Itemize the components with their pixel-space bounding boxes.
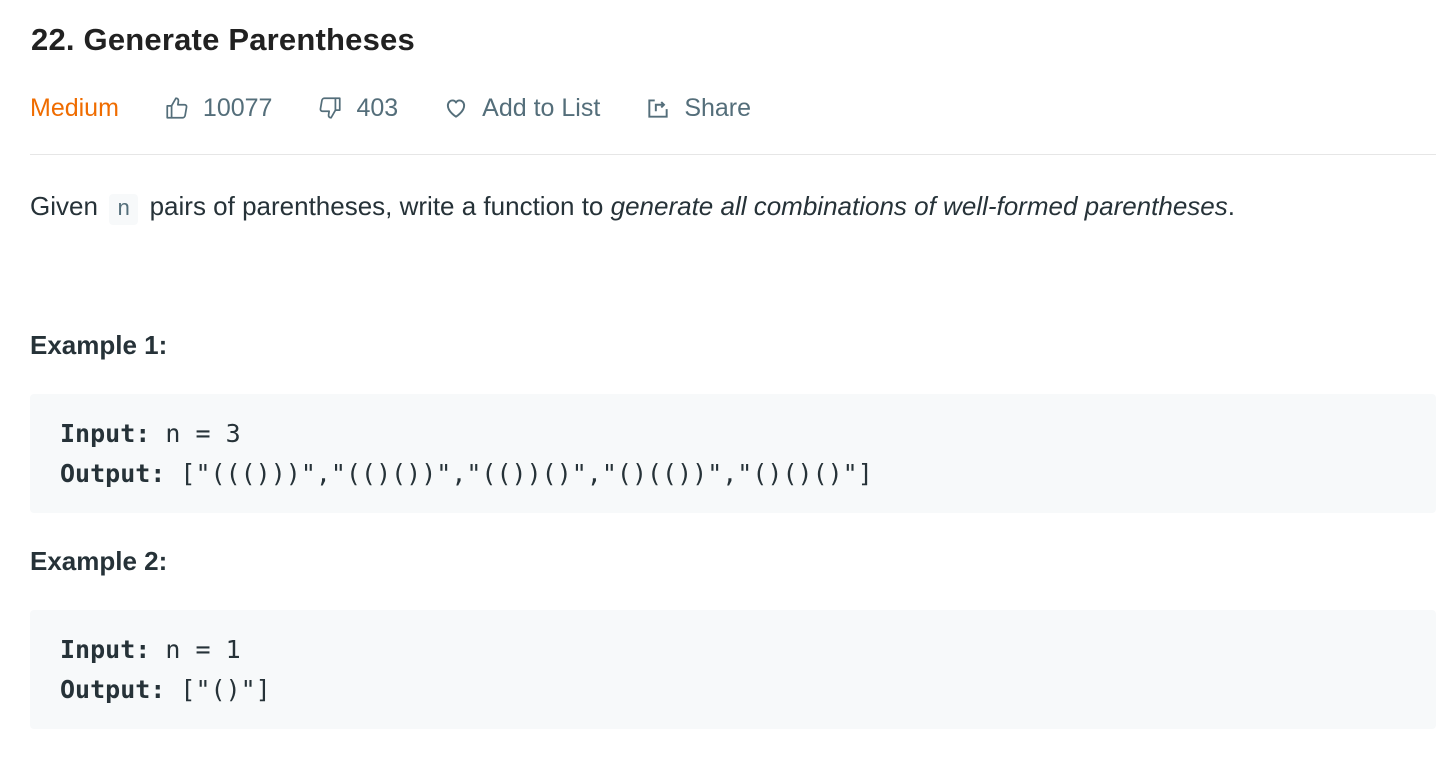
heart-icon: [442, 94, 470, 122]
add-to-list-button[interactable]: Add to List: [442, 94, 600, 123]
dislikes-count: 403: [356, 93, 399, 122]
example-1-block: Input: n = 3 Output: ["((()))","(()())","…: [30, 394, 1436, 513]
example-2-title: Example 2:: [30, 546, 168, 576]
output-value: ["()"]: [165, 675, 271, 704]
share-button[interactable]: Share: [644, 94, 751, 123]
problem-meta-bar: Medium 10077 403 Add to List Share: [30, 88, 795, 128]
thumbs-up-icon: [163, 94, 191, 122]
share-icon: [644, 94, 672, 122]
description-text: Given: [30, 191, 106, 221]
input-label: Input:: [60, 635, 151, 664]
output-label: Output:: [60, 675, 166, 704]
divider: [30, 154, 1436, 155]
example-1-title: Example 1:: [30, 330, 168, 360]
example-2-block: Input: n = 1 Output: ["()"]: [30, 610, 1436, 729]
dislike-button[interactable]: 403: [316, 94, 398, 123]
description-emphasis: generate all combinations of well-formed…: [610, 191, 1228, 221]
output-value: ["((()))","(()())","(())()","()(())","()…: [165, 459, 873, 488]
add-to-list-label: Add to List: [482, 93, 601, 122]
input-label: Input:: [60, 419, 151, 448]
input-value: n = 3: [150, 419, 241, 448]
problem-title: 22. Generate Parentheses: [31, 22, 415, 57]
like-button[interactable]: 10077: [163, 93, 273, 123]
problem-description: Given n pairs of parentheses, write a fu…: [30, 186, 1235, 230]
thumbs-down-icon: [316, 94, 344, 122]
input-value: n = 1: [150, 635, 241, 664]
output-label: Output:: [60, 459, 166, 488]
inline-code: n: [109, 194, 139, 225]
likes-count: 10077: [202, 93, 273, 122]
description-text: .: [1227, 191, 1235, 221]
description-text: pairs of parentheses, write a function t…: [142, 191, 611, 221]
difficulty-badge: Medium: [30, 93, 119, 122]
share-label: Share: [684, 93, 752, 122]
